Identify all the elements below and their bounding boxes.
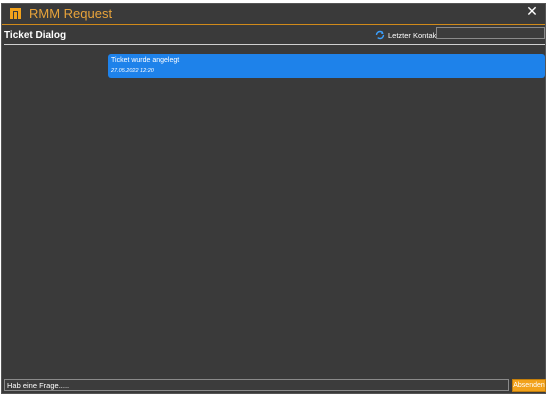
- message-text: Ticket wurde angelegt: [111, 57, 180, 64]
- title-bar: RMM Request ✕: [2, 4, 545, 25]
- message-input[interactable]: [4, 379, 509, 391]
- last-contact-label: Letzter Kontakt:: [388, 31, 441, 40]
- last-contact-field: [436, 27, 545, 39]
- refresh-icon[interactable]: [375, 30, 385, 40]
- page-title: Ticket Dialog: [4, 30, 67, 41]
- chat-area[interactable]: Ticket wurde angelegt 27.05.2022 12:20: [2, 46, 545, 377]
- message-bubble: Ticket wurde angelegt 27.05.2022 12:20: [108, 54, 545, 78]
- message-timestamp: 27.05.2022 12:20: [111, 68, 154, 74]
- header-divider: [4, 44, 545, 45]
- close-icon[interactable]: ✕: [525, 4, 539, 18]
- app-logo-icon: [10, 8, 21, 19]
- composer-row: Absenden: [2, 378, 546, 393]
- app-window: RMM Request ✕ Ticket Dialog Letzter Kont…: [1, 3, 546, 394]
- send-button[interactable]: Absenden: [512, 379, 546, 392]
- window-title: RMM Request: [29, 6, 113, 21]
- ticket-header: Ticket Dialog Letzter Kontakt:: [2, 26, 545, 46]
